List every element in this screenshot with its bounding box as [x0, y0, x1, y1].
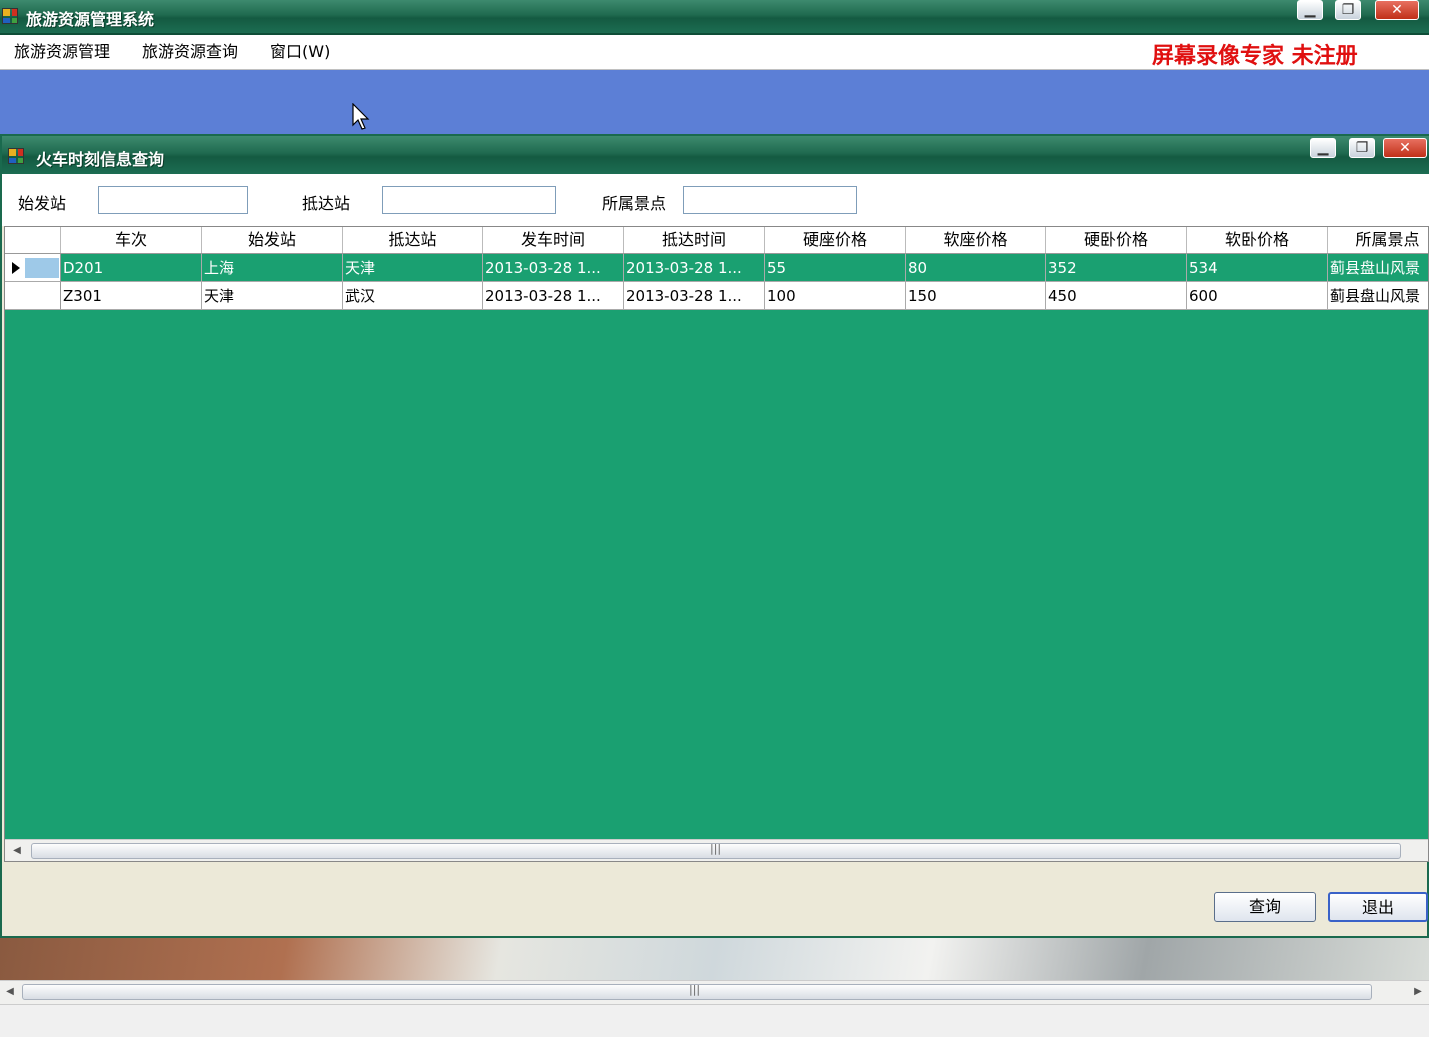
- status-bar: [0, 1004, 1429, 1037]
- exit-button[interactable]: 退出: [1328, 892, 1428, 922]
- query-button[interactable]: 查询: [1214, 892, 1316, 922]
- child-title-bar: 火车时刻信息查询 ▁ ❐ ✕: [2, 136, 1429, 174]
- minimize-icon: ▁: [1317, 140, 1329, 156]
- start-station-input[interactable]: [98, 186, 248, 214]
- menu-item-resource-query[interactable]: 旅游资源查询: [142, 35, 238, 69]
- cell-soft-seat-price[interactable]: 80: [906, 254, 1046, 282]
- cell-end-station[interactable]: 武汉: [343, 282, 483, 310]
- filter-bar: 始发站 抵达站 所属景点: [2, 174, 1429, 226]
- maximize-icon: ❐: [1341, 2, 1355, 18]
- cell-soft-sleeper-price[interactable]: 534: [1187, 254, 1328, 282]
- cell-depart-time[interactable]: 2013-03-28 1...: [483, 254, 624, 282]
- row-header[interactable]: [5, 282, 61, 310]
- app-icon: [2, 8, 18, 24]
- cell-hard-seat-price[interactable]: 100: [765, 282, 906, 310]
- child-window-title: 火车时刻信息查询: [36, 150, 165, 169]
- grid-corner: [5, 227, 61, 253]
- main-window-title: 旅游资源管理系统: [26, 10, 155, 29]
- main-maximize-button[interactable]: ❐: [1335, 0, 1361, 20]
- grid-scrollbar-thumb[interactable]: |||: [31, 842, 1401, 859]
- column-header-hard-seat-price[interactable]: 硬座价格: [765, 227, 906, 253]
- main-minimize-button[interactable]: ▁: [1297, 0, 1323, 20]
- menu-bar: 旅游资源管理 旅游资源查询 窗口(W) 屏幕录像专家 未注册: [0, 35, 1429, 70]
- close-icon: ✕: [1391, 2, 1403, 18]
- minimize-icon: ▁: [1304, 2, 1316, 18]
- main-close-button[interactable]: ✕: [1375, 0, 1419, 20]
- background-photo: [0, 938, 1429, 980]
- train-schedule-window: 火车时刻信息查询 ▁ ❐ ✕ 始发站 抵达站 所属景点 车次 始发站 抵达站 发…: [0, 134, 1429, 938]
- cell-train-number[interactable]: Z301: [61, 282, 202, 310]
- child-close-button[interactable]: ✕: [1383, 138, 1427, 158]
- main-title-bar: 旅游资源管理系统 ▁ ❐ ✕: [0, 0, 1429, 35]
- column-header-arrive-time[interactable]: 抵达时间: [624, 227, 765, 253]
- main-grip-icon: |||: [689, 983, 701, 996]
- child-maximize-button[interactable]: ❐: [1349, 138, 1375, 158]
- end-station-input[interactable]: [382, 186, 556, 214]
- start-station-label: 始发站: [18, 194, 67, 213]
- child-app-icon: [8, 148, 24, 164]
- column-header-hard-sleeper-price[interactable]: 硬卧价格: [1046, 227, 1187, 253]
- main-horizontal-scrollbar[interactable]: ◀ ||| ▶: [0, 980, 1429, 1005]
- cell-start-station[interactable]: 天津: [202, 282, 343, 310]
- cell-train-number[interactable]: D201: [61, 254, 202, 282]
- grip-icon: |||: [710, 842, 722, 855]
- main-scrollbar-thumb[interactable]: |||: [22, 983, 1372, 1000]
- mouse-cursor-icon: [352, 103, 370, 130]
- main-scroll-left-icon[interactable]: ◀: [0, 981, 20, 1003]
- column-header-depart-time[interactable]: 发车时间: [483, 227, 624, 253]
- column-header-end-station[interactable]: 抵达站: [343, 227, 483, 253]
- column-header-soft-sleeper-price[interactable]: 软卧价格: [1187, 227, 1328, 253]
- recorder-watermark: 屏幕录像专家 未注册: [1152, 43, 1358, 69]
- train-data-grid: 车次 始发站 抵达站 发车时间 抵达时间 硬座价格 软座价格 硬卧价格 软卧价格…: [4, 226, 1429, 862]
- end-station-label: 抵达站: [302, 194, 351, 213]
- grid-horizontal-scrollbar[interactable]: ◀ |||: [5, 839, 1428, 861]
- cell-scenic-spot[interactable]: 蓟县盘山风景: [1328, 282, 1428, 310]
- scroll-left-icon[interactable]: ◀: [7, 840, 27, 861]
- cell-hard-seat-price[interactable]: 55: [765, 254, 906, 282]
- cell-start-station[interactable]: 上海: [202, 254, 343, 282]
- cell-soft-seat-price[interactable]: 150: [906, 282, 1046, 310]
- scenic-spot-label: 所属景点: [602, 194, 667, 213]
- cell-depart-time[interactable]: 2013-03-28 1...: [483, 282, 624, 310]
- maximize-icon: ❐: [1355, 140, 1369, 156]
- cell-end-station[interactable]: 天津: [343, 254, 483, 282]
- child-minimize-button[interactable]: ▁: [1310, 138, 1336, 158]
- current-row-arrow-icon: [12, 262, 20, 274]
- cell-scenic-spot[interactable]: 蓟县盘山风景: [1328, 254, 1428, 282]
- cell-hard-sleeper-price[interactable]: 352: [1046, 254, 1187, 282]
- column-header-soft-seat-price[interactable]: 软座价格: [906, 227, 1046, 253]
- table-row[interactable]: Z301 天津 武汉 2013-03-28 1... 2013-03-28 1.…: [5, 282, 1428, 310]
- main-scroll-right-icon[interactable]: ▶: [1408, 981, 1428, 1003]
- column-header-start-station[interactable]: 始发站: [202, 227, 343, 253]
- close-icon: ✕: [1399, 140, 1411, 156]
- column-header-train-number[interactable]: 车次: [61, 227, 202, 253]
- scenic-spot-input[interactable]: [683, 186, 857, 214]
- table-row[interactable]: D201 上海 天津 2013-03-28 1... 2013-03-28 1.…: [5, 254, 1428, 282]
- menu-item-resource-management[interactable]: 旅游资源管理: [14, 35, 110, 69]
- cell-arrive-time[interactable]: 2013-03-28 1...: [624, 282, 765, 310]
- cell-arrive-time[interactable]: 2013-03-28 1...: [624, 254, 765, 282]
- cell-hard-sleeper-price[interactable]: 450: [1046, 282, 1187, 310]
- row-selection-highlight: [25, 258, 59, 278]
- cell-soft-sleeper-price[interactable]: 600: [1187, 282, 1328, 310]
- column-header-scenic-spot[interactable]: 所属景点: [1328, 227, 1428, 253]
- menu-item-window[interactable]: 窗口(W): [270, 35, 330, 69]
- grid-header: 车次 始发站 抵达站 发车时间 抵达时间 硬座价格 软座价格 硬卧价格 软卧价格…: [5, 227, 1428, 254]
- row-header-current[interactable]: [5, 254, 61, 282]
